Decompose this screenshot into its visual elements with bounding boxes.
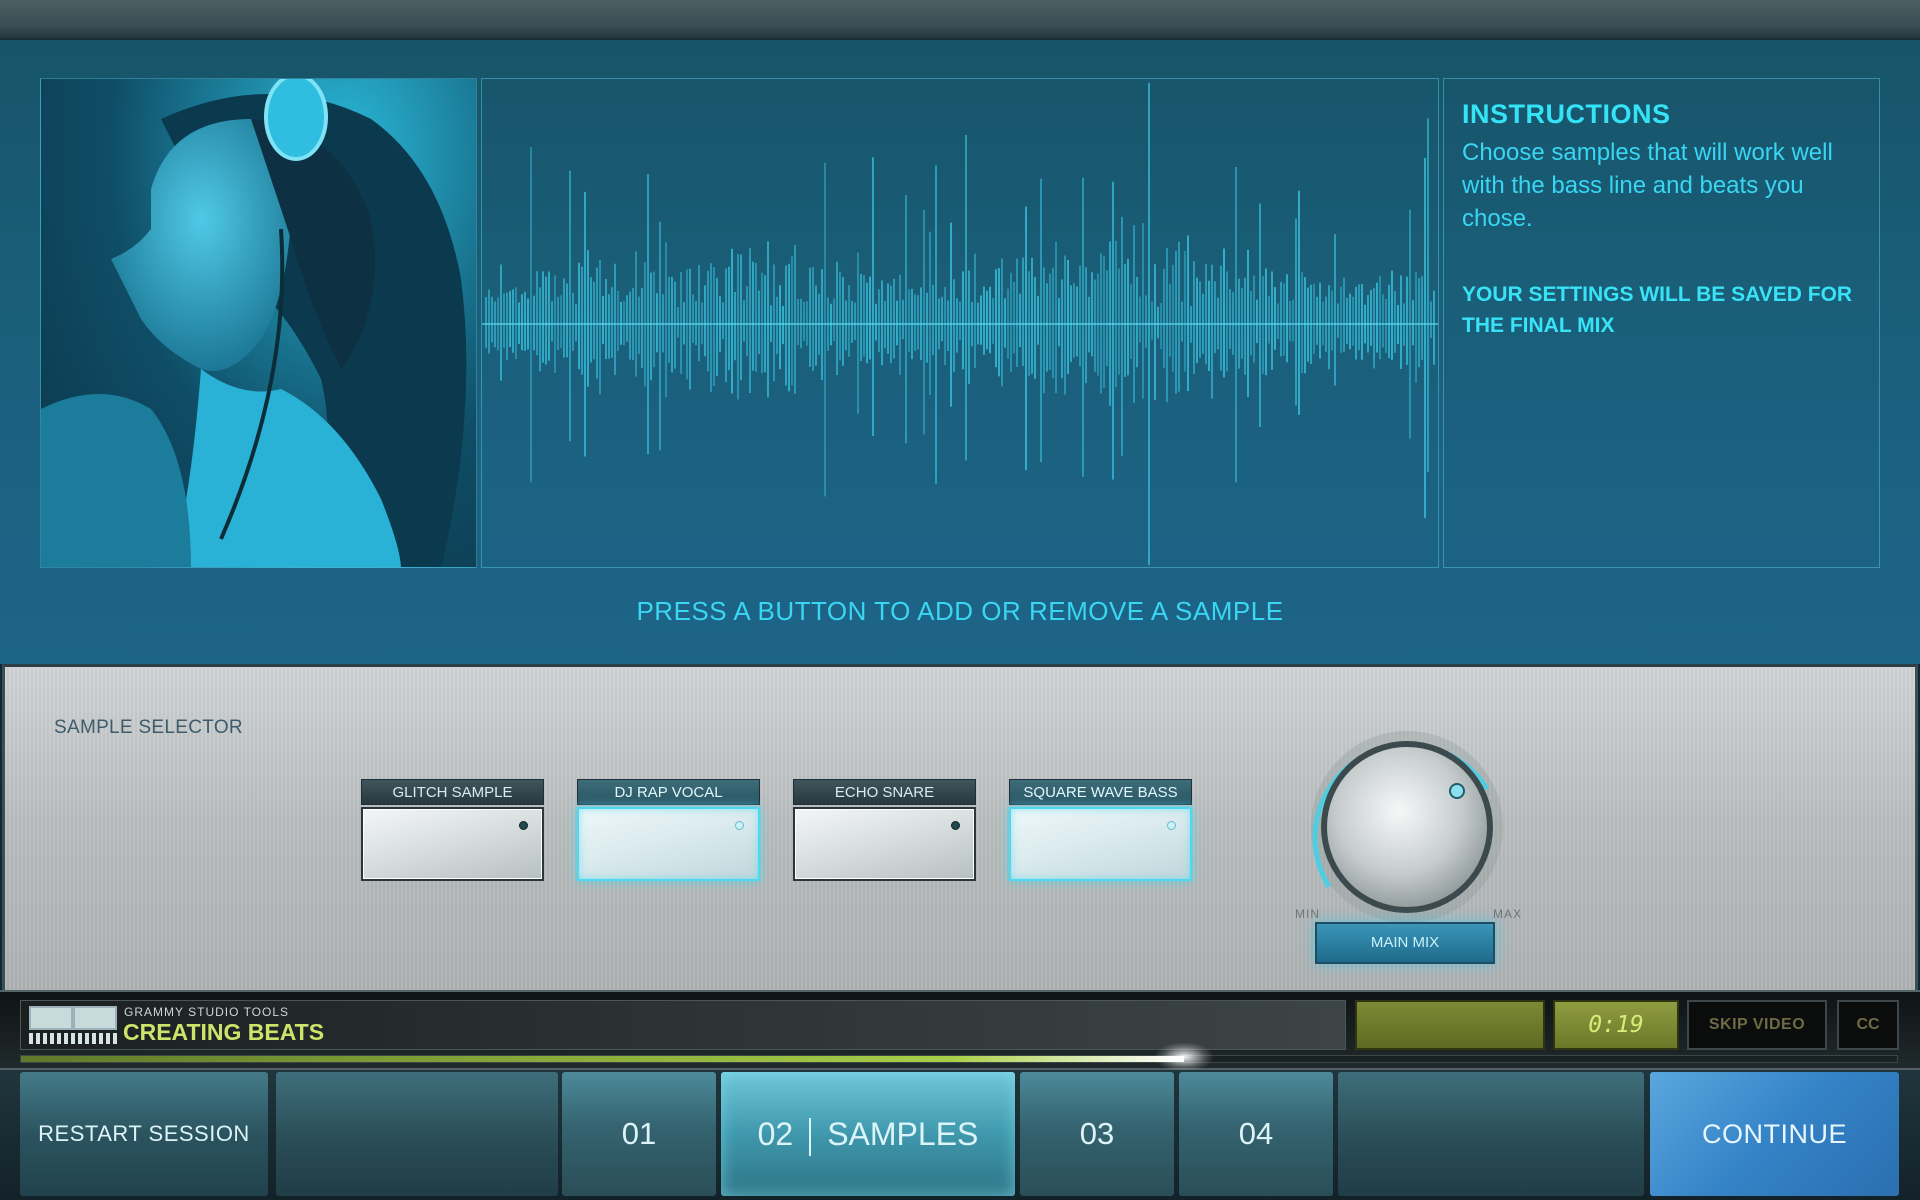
knob-dial[interactable]	[1287, 709, 1547, 939]
player-title: CREATING BEATS	[123, 1019, 325, 1045]
step-04-button[interactable]: 04	[1179, 1072, 1333, 1196]
step-number: 04	[1238, 1116, 1274, 1151]
instructions-body: Choose samples that will work well with …	[1462, 139, 1833, 232]
player-subtitle: GRAMMY STUDIO TOOLS	[124, 1005, 290, 1019]
led-indicator	[519, 821, 528, 830]
player-title-box: GRAMMY STUDIO TOOLS CREATING BEATS	[20, 1000, 1346, 1050]
video-player-bar: GRAMMY STUDIO TOOLS CREATING BEATS 0:19 …	[0, 990, 1920, 1072]
knob-max-label: MAX	[1493, 907, 1523, 921]
instructions-title: INSTRUCTIONS	[1462, 99, 1671, 129]
sample-label: ECHO SNARE	[793, 779, 976, 805]
step-number: 01	[621, 1116, 657, 1151]
main-mix-button[interactable]: MAIN MIX	[1315, 922, 1495, 964]
led-indicator	[951, 821, 960, 830]
continue-button[interactable]: CONTINUE	[1650, 1072, 1899, 1196]
top-strip	[0, 0, 1920, 40]
sample-square-wave-bass-button[interactable]	[1009, 807, 1192, 881]
led-indicator	[735, 821, 744, 830]
step-02-button[interactable]: 02 SAMPLES	[721, 1072, 1015, 1196]
step-number: 02	[757, 1116, 794, 1152]
skip-video-button[interactable]: SKIP VIDEO	[1687, 1000, 1827, 1050]
sample-dj-rap-vocal[interactable]: DJ RAP VOCAL	[577, 779, 760, 883]
knob-min-label: MIN	[1295, 907, 1320, 921]
video-progress-bar[interactable]	[20, 1042, 1898, 1072]
step-divider	[809, 1117, 812, 1156]
sample-glitch-button[interactable]	[361, 807, 544, 881]
sample-selector-title: SAMPLE SELECTOR	[54, 717, 243, 738]
sample-dj-rap-vocal-button[interactable]	[577, 807, 760, 881]
video-photo	[40, 78, 477, 568]
instructions-note: YOUR SETTINGS WILL BE SAVED FOR THE FINA…	[1462, 283, 1853, 337]
time-display: 0:19	[1553, 1000, 1679, 1050]
sample-echo-snare[interactable]: ECHO SNARE	[793, 779, 976, 883]
restart-session-button[interactable]: RESTART SESSION	[20, 1072, 268, 1196]
bottom-navigation: RESTART SESSION 01 02 SAMPLES 03 04 CONTI…	[0, 1070, 1920, 1200]
step-03-button[interactable]: 03	[1020, 1072, 1174, 1196]
sample-label: GLITCH SAMPLE	[361, 779, 544, 805]
audio-waveform	[481, 78, 1439, 568]
nav-spacer	[1338, 1072, 1644, 1196]
sample-selector: SAMPLE SELECTOR GLITCH SAMPLE DJ RAP VOC…	[2, 664, 1918, 990]
sample-square-wave-bass[interactable]: SQUARE WAVE BASS	[1009, 779, 1192, 883]
led-indicator	[1167, 821, 1176, 830]
step-label: SAMPLES	[827, 1116, 979, 1152]
closed-captions-button[interactable]: CC	[1837, 1000, 1899, 1050]
step-01-button[interactable]: 01	[562, 1072, 716, 1196]
progress-fill	[21, 1056, 1185, 1062]
sample-label: DJ RAP VOCAL	[577, 779, 760, 805]
step-number: 03	[1079, 1116, 1115, 1151]
level-meter	[1355, 1000, 1545, 1050]
grammy-studio-tools-logo	[29, 1006, 117, 1044]
progress-handle[interactable]	[1154, 1042, 1215, 1072]
main-mix-knob[interactable]: MIN MAX	[1287, 709, 1547, 949]
woman-with-headphones-image	[41, 79, 467, 567]
instructions-panel: INSTRUCTIONS Choose samples that will wo…	[1443, 78, 1880, 568]
video-area: INSTRUCTIONS Choose samples that will wo…	[0, 40, 1920, 664]
press-prompt: PRESS A BUTTON TO ADD OR REMOVE A SAMPLE	[636, 596, 1284, 626]
nav-spacer	[276, 1072, 558, 1196]
sample-label: SQUARE WAVE BASS	[1009, 779, 1192, 805]
sample-echo-snare-button[interactable]	[793, 807, 976, 881]
sample-glitch[interactable]: GLITCH SAMPLE	[361, 779, 544, 883]
